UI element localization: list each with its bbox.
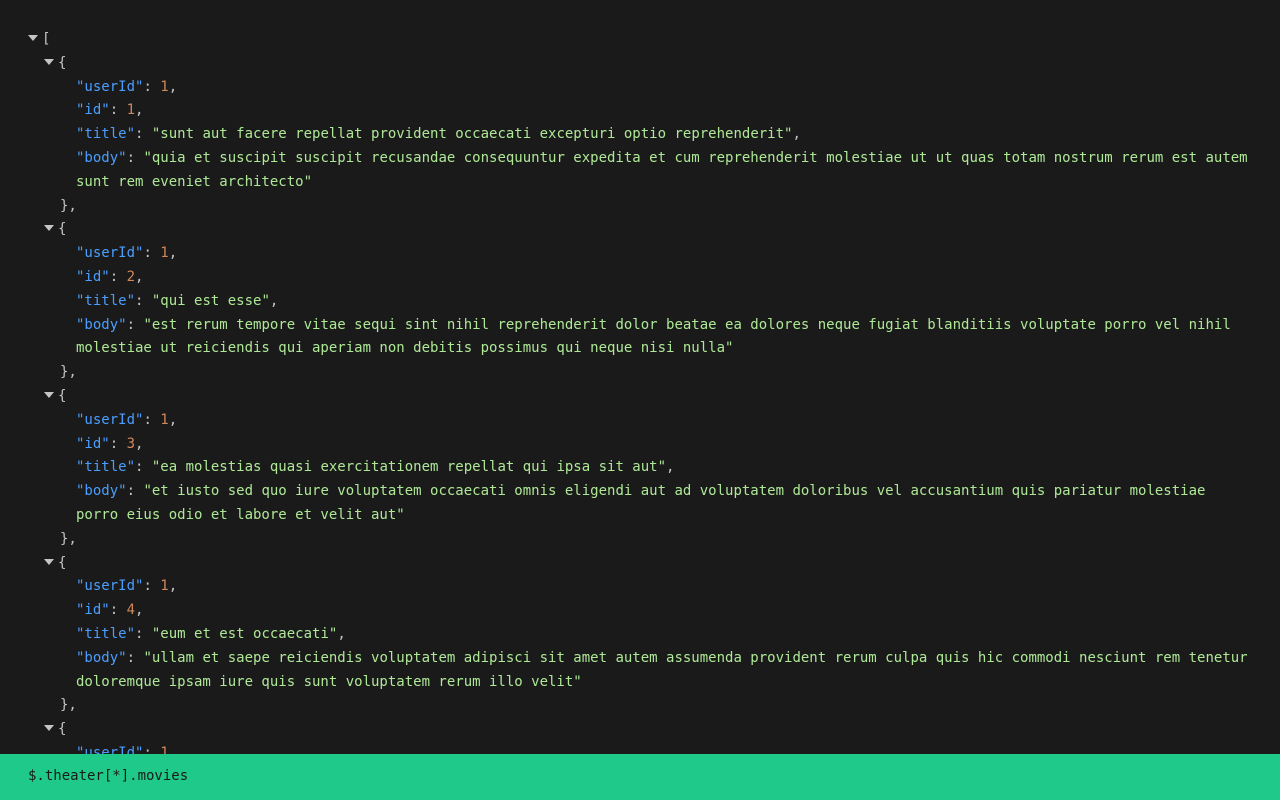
collapse-arrow-icon[interactable]	[28, 35, 38, 41]
collapse-arrow-icon[interactable]	[44, 392, 54, 398]
json-key: "body"	[76, 150, 127, 166]
json-key: "id"	[76, 102, 110, 118]
json-property: "userId": 1,	[28, 575, 1252, 599]
json-property: "body": "quia et suscipit suscipit recus…	[28, 147, 1252, 195]
json-property: "id": 1,	[28, 99, 1252, 123]
json-object-close: },	[28, 361, 1252, 385]
json-key: "title"	[76, 626, 135, 642]
json-property: "body": "ullam et saepe reiciendis volup…	[28, 647, 1252, 695]
json-object-open[interactable]: {	[28, 385, 1252, 409]
json-value: "et iusto sed quo iure voluptatem occaec…	[76, 483, 1214, 523]
collapse-arrow-icon[interactable]	[44, 559, 54, 565]
json-value: "ullam et saepe reiciendis voluptatem ad…	[76, 650, 1256, 690]
json-object-open[interactable]: {	[28, 52, 1252, 76]
json-value: 4	[127, 602, 135, 618]
json-value: "quia et suscipit suscipit recusandae co…	[76, 150, 1256, 190]
collapse-arrow-icon[interactable]	[44, 225, 54, 231]
json-object-close: },	[28, 694, 1252, 718]
json-property: "userId": 1,	[28, 242, 1252, 266]
json-key: "body"	[76, 650, 127, 666]
json-value: 1	[160, 745, 168, 754]
json-value: 1	[160, 245, 168, 261]
json-value: "sunt aut facere repellat provident occa…	[152, 126, 793, 142]
json-object-open[interactable]: {	[28, 718, 1252, 742]
json-object-open[interactable]: {	[28, 218, 1252, 242]
collapse-arrow-icon[interactable]	[44, 59, 54, 65]
json-property: "title": "qui est esse",	[28, 290, 1252, 314]
json-viewer: [ { "userId": 1, "id": 1, "title": "sunt…	[0, 0, 1280, 754]
json-value: "qui est esse"	[152, 293, 270, 309]
json-value: 1	[160, 578, 168, 594]
json-property: "title": "ea molestias quasi exercitatio…	[28, 456, 1252, 480]
json-property: "userId": 1,	[28, 76, 1252, 100]
json-property: "id": 4,	[28, 599, 1252, 623]
json-property: "id": 3,	[28, 433, 1252, 457]
json-key: "userId"	[76, 745, 143, 754]
json-key: "id"	[76, 269, 110, 285]
json-key: "userId"	[76, 79, 143, 95]
json-value: 2	[127, 269, 135, 285]
search-query-text: $.theater[*].movies	[28, 765, 188, 789]
json-key: "id"	[76, 436, 110, 452]
json-key: "id"	[76, 602, 110, 618]
json-property: "title": "sunt aut facere repellat provi…	[28, 123, 1252, 147]
json-key: "title"	[76, 293, 135, 309]
json-object-close: },	[28, 195, 1252, 219]
json-key: "body"	[76, 483, 127, 499]
collapse-arrow-icon[interactable]	[44, 725, 54, 731]
json-array-open[interactable]: [	[28, 28, 1252, 52]
json-property: "userId": 1,	[28, 742, 1252, 754]
json-key: "userId"	[76, 578, 143, 594]
json-object-open[interactable]: {	[28, 552, 1252, 576]
json-value: "eum et est occaecati"	[152, 626, 337, 642]
json-property: "title": "eum et est occaecati",	[28, 623, 1252, 647]
json-property: "id": 2,	[28, 266, 1252, 290]
json-key: "body"	[76, 317, 127, 333]
json-value: 1	[127, 102, 135, 118]
json-object-close: },	[28, 528, 1252, 552]
json-value: "ea molestias quasi exercitationem repel…	[152, 459, 666, 475]
json-value: 3	[127, 436, 135, 452]
json-property: "body": "et iusto sed quo iure voluptate…	[28, 480, 1252, 528]
json-property: "userId": 1,	[28, 409, 1252, 433]
json-value: "est rerum tempore vitae sequi sint nihi…	[76, 317, 1239, 357]
jsonpath-search-bar[interactable]: $.theater[*].movies	[0, 754, 1280, 800]
json-key: "title"	[76, 459, 135, 475]
json-value: 1	[160, 412, 168, 428]
json-key: "userId"	[76, 412, 143, 428]
json-key: "title"	[76, 126, 135, 142]
json-key: "userId"	[76, 245, 143, 261]
json-property: "body": "est rerum tempore vitae sequi s…	[28, 314, 1252, 362]
json-value: 1	[160, 79, 168, 95]
